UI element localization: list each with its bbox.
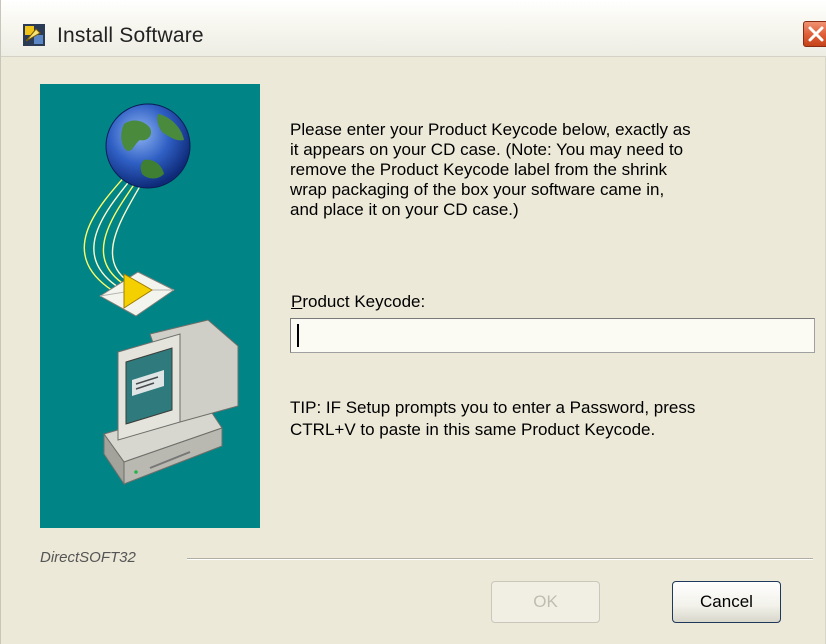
instruction-line: and place it on your CD case.) [290, 200, 519, 219]
window-title: Install Software [57, 24, 204, 47]
computer-icon [103, 319, 239, 486]
ok-button[interactable]: OK [491, 581, 600, 623]
close-button[interactable] [803, 21, 826, 47]
tip-line: TIP: IF Setup prompts you to enter a Pas… [290, 398, 696, 417]
product-keycode-label: Product Keycode: [291, 292, 425, 312]
instruction-text: Please enter your Product Keycode below,… [290, 120, 790, 220]
globe-icon [105, 103, 191, 189]
install-software-icon [22, 23, 46, 47]
keycode-label-text: roduct Keycode: [302, 292, 426, 311]
envelope-icon [99, 271, 175, 317]
tip-text: TIP: IF Setup prompts you to enter a Pas… [290, 397, 695, 441]
cancel-button[interactable]: Cancel [672, 581, 781, 623]
instruction-line: wrap packaging of the box your software … [290, 180, 665, 199]
text-caret [297, 324, 299, 347]
install-software-dialog: Install Software Please enter your Produ… [0, 0, 826, 644]
instruction-line: Please enter your Product Keycode below,… [290, 120, 691, 139]
keycode-label-accelerator: P [291, 292, 303, 311]
instruction-line: remove the Product Keycode label from th… [290, 160, 668, 179]
brand-label: DirectSOFT32 [40, 549, 136, 566]
tip-line: CTRL+V to paste in this same Product Key… [290, 420, 656, 439]
product-keycode-input[interactable] [290, 318, 815, 353]
group-separator [187, 558, 813, 560]
instruction-line: it appears on your CD case. (Note: You m… [290, 140, 684, 159]
setup-illustration [40, 84, 260, 528]
close-icon [808, 26, 824, 42]
title-bar[interactable]: Install Software [1, 0, 826, 57]
